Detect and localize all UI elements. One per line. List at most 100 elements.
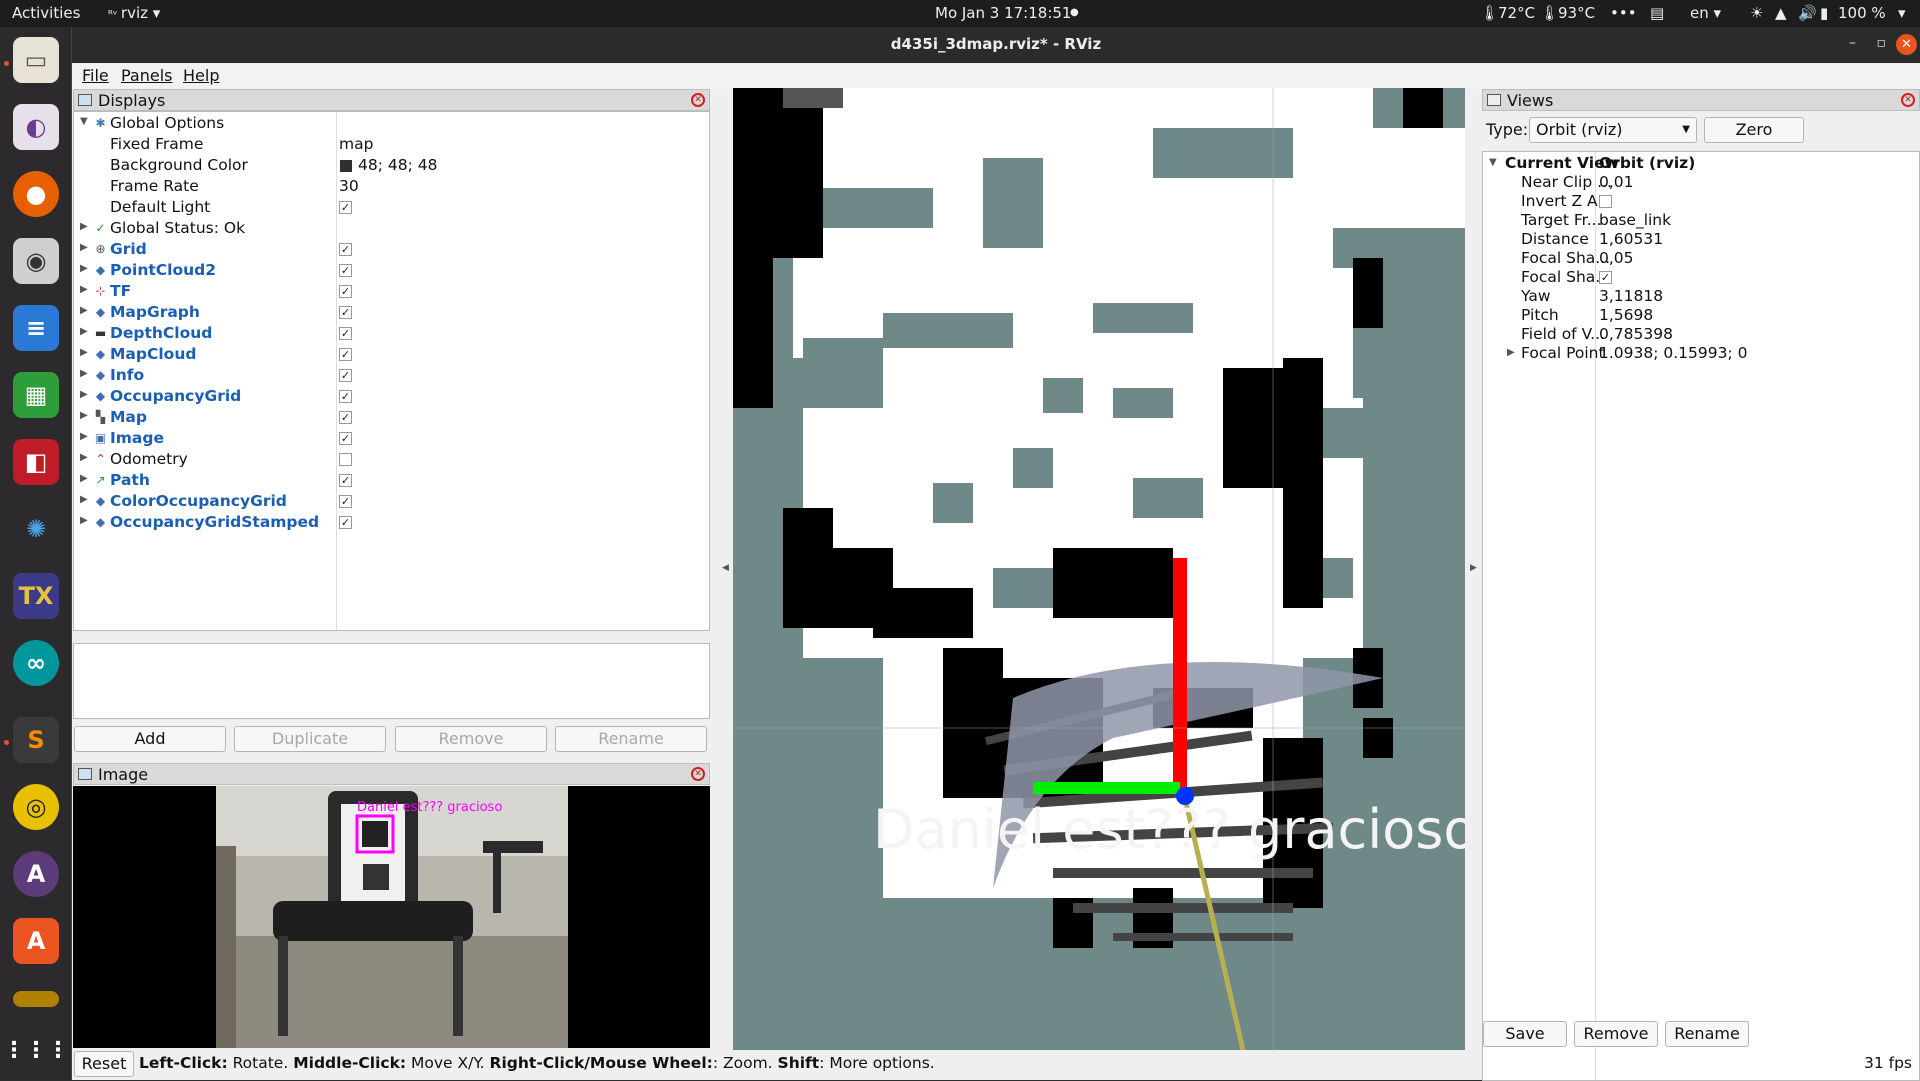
remove-button[interactable]: Remove [395, 726, 547, 752]
splitter-right-icon[interactable]: ▶ [1470, 563, 1477, 573]
display-checkbox[interactable]: ✓ [339, 411, 352, 424]
display-checkbox[interactable]: ✓ [339, 348, 352, 361]
view-prop-row[interactable]: Yaw 3,11818 [1483, 287, 1919, 306]
display-checkbox[interactable]: ✓ [339, 285, 352, 298]
display-item[interactable]: ▶ ▚ Map ✓ [74, 407, 709, 428]
tex-icon[interactable]: TX [13, 573, 59, 619]
tree-row-global-status[interactable]: ▶ ✓ Global Status: Ok [74, 218, 709, 239]
option-row[interactable]: Background Color 48; 48; 48 [74, 155, 709, 176]
display-item[interactable]: ▶ ◆ MapCloud ✓ [74, 344, 709, 365]
more-icon[interactable]: ••• [1610, 4, 1637, 22]
display-checkbox[interactable] [339, 453, 352, 466]
rename-view-button[interactable]: Rename [1665, 1021, 1749, 1047]
display-item[interactable]: ▶ ⊹ TF ✓ [74, 281, 709, 302]
brightness-icon[interactable]: ☀ [1750, 4, 1763, 22]
save-view-button[interactable]: Save [1483, 1021, 1567, 1047]
menu-help[interactable]: Help [183, 66, 219, 85]
display-checkbox[interactable]: ✓ [339, 243, 352, 256]
display-item[interactable]: ▶ ◆ OccupancyGridStamped ✓ [74, 512, 709, 533]
settings-toggle-icon[interactable]: ◐ [13, 104, 59, 150]
app-store-icon[interactable]: A [13, 851, 59, 897]
clipboard-icon[interactable]: ▤ [1650, 4, 1664, 22]
display-item[interactable]: ▶ ◆ MapGraph ✓ [74, 302, 709, 323]
clock[interactable]: Mo Jan 3 17:18:51 [935, 4, 1071, 22]
duplicate-button[interactable]: Duplicate [234, 726, 386, 752]
invert-z-checkbox[interactable] [1599, 195, 1612, 208]
minimize-icon[interactable]: – [1849, 35, 1856, 51]
sublime-icon[interactable]: S [13, 717, 59, 763]
display-checkbox[interactable]: ✓ [339, 369, 352, 382]
close-icon[interactable]: ✕ [1896, 34, 1917, 55]
display-item[interactable]: ▶ ◆ ColorOccupancyGrid ✓ [74, 491, 709, 512]
frame-rate-value[interactable]: 30 [339, 177, 359, 195]
camera-icon[interactable]: ◉ [13, 238, 59, 284]
display-item[interactable]: ▶ ▣ Image ✓ [74, 428, 709, 449]
view-prop-row[interactable]: Field of V... 0,785398 [1483, 325, 1919, 344]
display-item[interactable]: ▶ ◆ PointCloud2 ✓ [74, 260, 709, 281]
fixed-frame-value[interactable]: map [339, 135, 373, 153]
camera-image-view[interactable]: Daniel est??? gracioso [73, 786, 710, 1048]
splitter-left-icon[interactable]: ◀ [722, 563, 729, 573]
background-color-value[interactable]: 48; 48; 48 [358, 156, 437, 174]
firefox-icon[interactable]: ● [13, 171, 59, 217]
display-item[interactable]: ▶ ◆ Info ✓ [74, 365, 709, 386]
display-checkbox[interactable]: ✓ [339, 327, 352, 340]
view-prop-row[interactable]: Focal Sha... ✓ [1483, 268, 1919, 287]
option-row[interactable]: Fixed Frame map [74, 134, 709, 155]
3d-render-view[interactable]: Daniel est??? gracioso [733, 88, 1465, 1050]
view-prop-row[interactable]: ▶ Focal Point 1.0938; 0.15993; 0 [1483, 344, 1919, 363]
option-row[interactable]: Frame Rate 30 [74, 176, 709, 197]
zero-button[interactable]: Zero [1704, 117, 1804, 143]
close-panel-icon[interactable]: ✕ [691, 767, 705, 781]
display-item[interactable]: ▶ ⊕ Grid ✓ [74, 239, 709, 260]
reset-button[interactable]: Reset [74, 1051, 134, 1077]
view-type-select[interactable]: Orbit (rviz) ▼ [1529, 117, 1697, 143]
arduino-icon[interactable]: ∞ [13, 640, 59, 686]
view-prop-row[interactable]: Pitch 1,5698 [1483, 306, 1919, 325]
system-menu-icon[interactable]: ▾ [1898, 4, 1906, 22]
display-item[interactable]: ▶ ◆ OccupancyGrid ✓ [74, 386, 709, 407]
display-checkbox[interactable]: ✓ [339, 264, 352, 277]
display-item[interactable]: ▶ ↗ Path ✓ [74, 470, 709, 491]
view-prop-row[interactable]: Near Clip ... 0,01 [1483, 173, 1919, 192]
battery-icon[interactable]: ▮ [1820, 4, 1828, 22]
focal-shape-checkbox[interactable]: ✓ [1599, 271, 1612, 284]
display-item[interactable]: ▶ ⌃ Odometry [74, 449, 709, 470]
tree-row-global-options[interactable]: ▼ ✱ Global Options [74, 113, 709, 134]
rhythmbox-icon[interactable]: ◎ [13, 784, 59, 830]
current-view-row[interactable]: ▼ Current View Orbit (rviz) [1483, 154, 1919, 173]
language-menu[interactable]: en ▾ [1690, 4, 1721, 22]
close-panel-icon[interactable]: ✕ [691, 93, 705, 107]
display-checkbox[interactable]: ✓ [339, 516, 352, 529]
app-menu[interactable]: ᴿᵛ rviz ▾ [108, 4, 160, 22]
close-panel-icon[interactable]: ✕ [1901, 93, 1915, 107]
activities-button[interactable]: Activities [12, 4, 80, 22]
cubes-icon[interactable]: ◧ [13, 439, 59, 485]
option-row[interactable]: Default Light ✓ [74, 197, 709, 218]
view-prop-row[interactable]: Distance 1,60531 [1483, 230, 1919, 249]
view-prop-row[interactable]: Target Fr... base_link [1483, 211, 1919, 230]
color-swatch[interactable] [340, 160, 352, 172]
display-checkbox[interactable]: ✓ [339, 306, 352, 319]
wifi-icon[interactable]: ▲ [1775, 4, 1787, 22]
remove-view-button[interactable]: Remove [1574, 1021, 1658, 1047]
calc-icon[interactable]: ▦ [13, 372, 59, 418]
software-icon[interactable]: A [13, 918, 59, 964]
menu-file[interactable]: File [82, 66, 109, 85]
view-prop-row[interactable]: Invert Z A... [1483, 192, 1919, 211]
default-light-checkbox[interactable]: ✓ [339, 201, 352, 214]
menu-panels[interactable]: Panels [121, 66, 173, 85]
volume-icon[interactable]: 🔊 [1798, 4, 1817, 22]
spiral-icon[interactable]: ✺ [13, 506, 59, 552]
add-button[interactable]: Add [74, 726, 226, 752]
display-checkbox[interactable]: ✓ [339, 495, 352, 508]
display-checkbox[interactable]: ✓ [339, 432, 352, 445]
files-icon[interactable]: ▭ [13, 37, 59, 83]
display-checkbox[interactable]: ✓ [339, 474, 352, 487]
view-prop-row[interactable]: Focal Sha... 0,05 [1483, 249, 1919, 268]
display-checkbox[interactable]: ✓ [339, 390, 352, 403]
show-apps-icon[interactable]: ⋮⋮⋮ [3, 1027, 69, 1073]
maximize-icon[interactable]: ▫ [1877, 35, 1887, 51]
writer-icon[interactable]: ≡ [13, 305, 59, 351]
rename-button[interactable]: Rename [555, 726, 707, 752]
